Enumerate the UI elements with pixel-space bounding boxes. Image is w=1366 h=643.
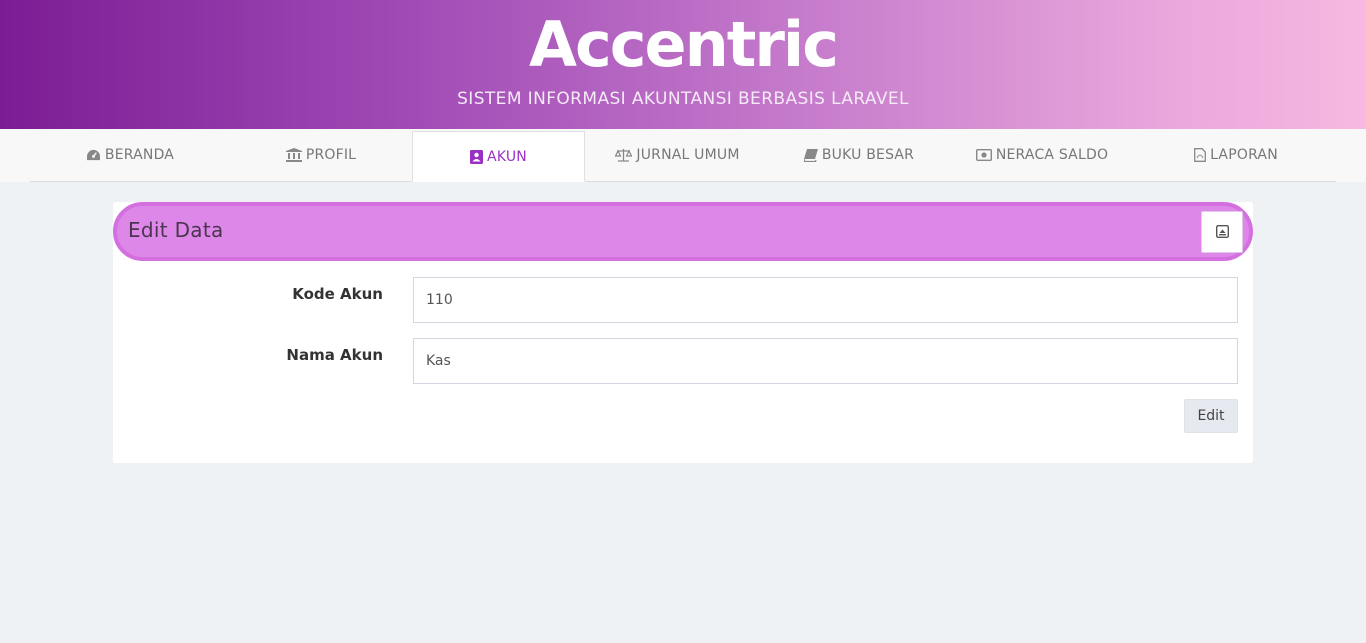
dashboard-icon — [86, 149, 101, 162]
address-book-icon — [470, 149, 484, 164]
kode-akun-input[interactable]: 110 — [413, 277, 1238, 323]
nav-item-label: LAPORAN — [1210, 147, 1278, 163]
nav-item-label: PROFIL — [305, 147, 357, 163]
nav-item-profil[interactable]: PROFIL — [230, 129, 412, 181]
kode-akun-label: Kode Akun — [292, 285, 383, 303]
nav-item-label: NERACA SALDO — [995, 147, 1109, 163]
institution-icon — [285, 148, 302, 162]
edit-data-card: Edit Data Kode Akun 110 Nama Akun Kas Ed… — [113, 202, 1253, 463]
file-pdf-icon — [1194, 148, 1207, 162]
nav-item-akun[interactable]: AKUN — [412, 131, 585, 182]
site-header: Accentric SISTEM INFORMASI AKUNTANSI BER… — [0, 0, 1366, 129]
nama-akun-input[interactable]: Kas — [413, 338, 1238, 384]
balance-scale-icon — [615, 148, 633, 162]
edit-button[interactable]: Edit — [1184, 399, 1238, 433]
nav-item-label: JURNAL UMUM — [636, 147, 740, 163]
nav-item-neraca-saldo[interactable]: NERACA SALDO — [948, 129, 1136, 181]
site-subtitle: SISTEM INFORMASI AKUNTANSI BERBASIS LARA… — [457, 89, 909, 109]
nav-item-buku-besar[interactable]: BUKU BESAR — [770, 129, 948, 181]
card-title: Edit Data — [128, 218, 224, 242]
nav-item-laporan[interactable]: LAPORAN — [1136, 129, 1336, 181]
money-icon — [975, 149, 992, 161]
nav-tabs: BERANDA PROFIL AKUN JURNAL UMUM BUKU BES — [30, 129, 1336, 182]
nama-akun-label: Nama Akun — [286, 346, 383, 364]
book-icon — [803, 148, 818, 162]
nav-item-label: AKUN — [487, 148, 527, 165]
minimize-button[interactable] — [1201, 211, 1243, 253]
nav-item-beranda[interactable]: BERANDA — [30, 129, 230, 181]
nav-item-label: BERANDA — [104, 147, 175, 163]
main-navbar: BERANDA PROFIL AKUN JURNAL UMUM BUKU BES — [0, 129, 1366, 182]
card-header: Edit Data — [113, 202, 1253, 261]
nav-item-jurnal-umum[interactable]: JURNAL UMUM — [585, 129, 770, 181]
nama-akun-value: Kas — [426, 353, 451, 369]
minimize-window-icon — [1215, 223, 1229, 242]
nav-item-label: BUKU BESAR — [821, 147, 915, 163]
site-title: Accentric — [529, 8, 839, 81]
kode-akun-value: 110 — [426, 292, 453, 308]
